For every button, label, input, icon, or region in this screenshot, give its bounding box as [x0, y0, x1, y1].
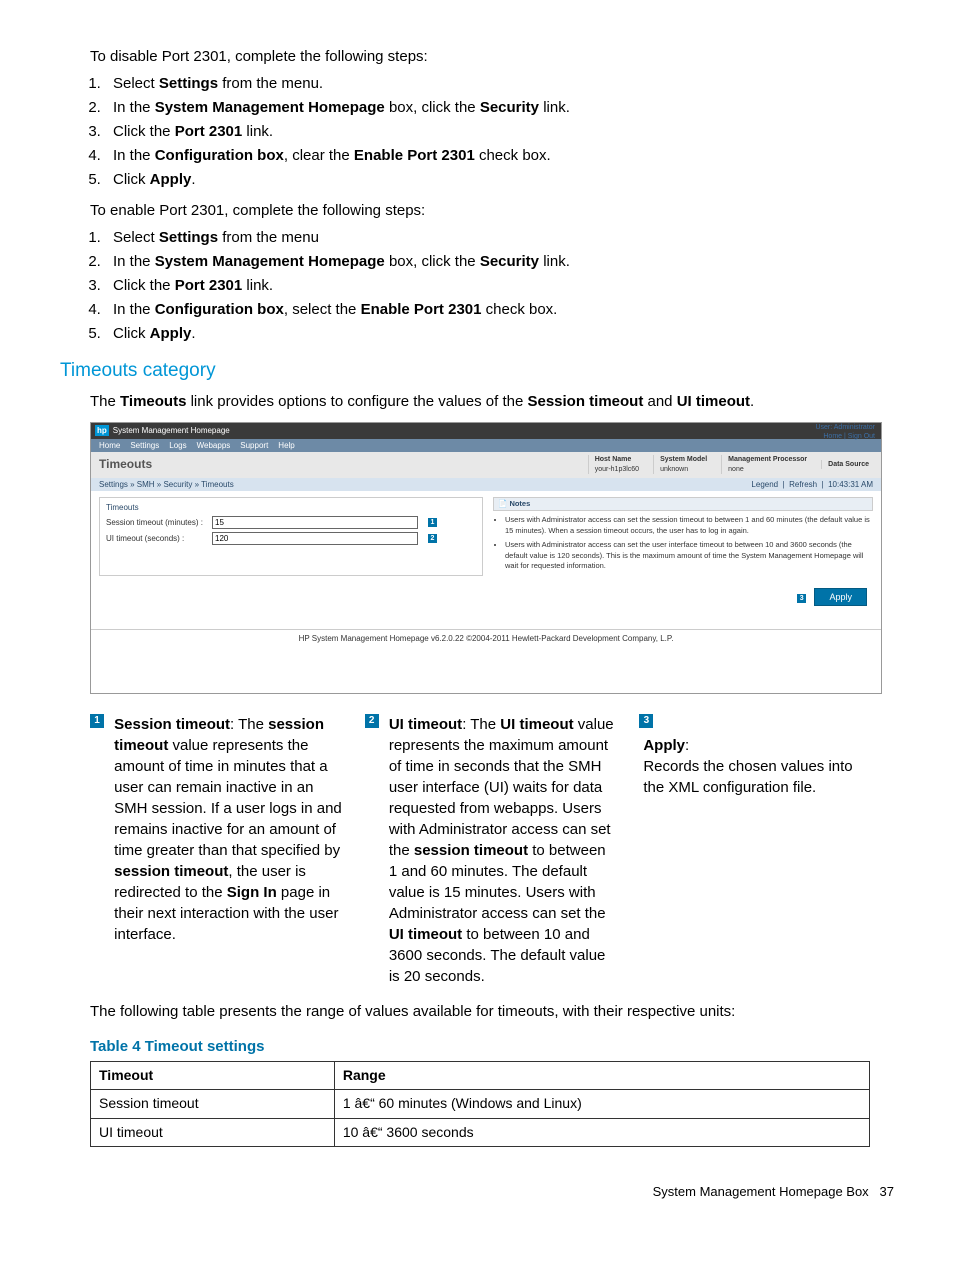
screenshot-footer: HP System Management Homepage v6.2.0.22 …: [91, 629, 881, 647]
header-right: Legend | Refresh | 10:43:31 AM: [751, 479, 873, 490]
timeouts-heading: Timeouts category: [60, 358, 894, 385]
session-timeout-input[interactable]: [212, 516, 418, 529]
timeouts-intro: The Timeouts link provides options to co…: [90, 391, 894, 412]
refresh-link[interactable]: Refresh: [789, 480, 817, 489]
timeout-settings-table: Timeout Range Session timeout 1 â€“ 60 m…: [90, 1061, 870, 1148]
apply-button[interactable]: Apply: [814, 588, 867, 607]
callout-2-icon: 2: [428, 534, 437, 543]
note-item: Users with Administrator access can set …: [505, 515, 873, 536]
callout-num-3: 3: [639, 714, 653, 728]
notes-heading: 📄 Notes: [493, 497, 873, 512]
step: In the Configuration box, clear the Enab…: [105, 145, 894, 166]
table-header: Range: [334, 1061, 869, 1090]
session-timeout-label: Session timeout (minutes) :: [106, 517, 206, 528]
note-item: Users with Administrator access can set …: [505, 540, 873, 572]
table-caption: Table 4 Timeout settings: [90, 1036, 894, 1057]
screenshot: User: Administrator Home | Sign Out hp S…: [90, 422, 882, 694]
table-row: UI timeout 10 â€“ 3600 seconds: [91, 1118, 870, 1147]
callout-num-2: 2: [365, 714, 379, 728]
step: Select Settings from the menu: [105, 227, 894, 248]
page-header: Timeouts Host Nameyour-h1p3lc60 System M…: [91, 452, 881, 478]
legend-link[interactable]: Legend: [751, 480, 778, 489]
step: Click the Port 2301 link.: [105, 121, 894, 142]
disable-steps: Select Settings from the menu. In the Sy…: [105, 73, 894, 190]
callout-columns: 1 Session timeout: The session timeout v…: [90, 714, 894, 987]
step: In the System Management Homepage box, c…: [105, 97, 894, 118]
page-title: Timeouts: [91, 452, 427, 478]
callout-3-icon: 3: [797, 594, 806, 603]
user-info: User: Administrator Home | Sign Out: [815, 423, 875, 443]
host-name: Host Nameyour-h1p3lc60: [588, 455, 645, 475]
menu-home[interactable]: Home: [99, 440, 120, 451]
step: In the Configuration box, select the Ena…: [105, 299, 894, 320]
callout-3: 3 Apply: Records the chosen values into …: [639, 714, 894, 987]
notes-panel: 📄 Notes Users with Administrator access …: [493, 497, 873, 576]
menu-logs[interactable]: Logs: [169, 440, 186, 451]
ui-timeout-label: UI timeout (seconds) :: [106, 533, 206, 544]
menu-support[interactable]: Support: [240, 440, 268, 451]
breadcrumb: Settings » SMH » Security » Timeouts Leg…: [91, 478, 881, 491]
table-row: Session timeout 1 â€“ 60 minutes (Window…: [91, 1090, 870, 1119]
menu-help[interactable]: Help: [278, 440, 294, 451]
page-footer: System Management Homepage Box 37: [60, 1183, 894, 1201]
menu-webapps[interactable]: Webapps: [197, 440, 231, 451]
step: In the System Management Homepage box, c…: [105, 251, 894, 272]
callout-1: 1 Session timeout: The session timeout v…: [90, 714, 345, 987]
clock: 10:43:31 AM: [828, 480, 873, 489]
table-header: Timeout: [91, 1061, 335, 1090]
callout-2: 2 UI timeout: The UI timeout value repre…: [365, 714, 620, 987]
menu-settings[interactable]: Settings: [130, 440, 159, 451]
mgmt-processor: Management Processornone: [721, 455, 813, 475]
disable-intro: To disable Port 2301, complete the follo…: [90, 46, 894, 67]
callout-1-icon: 1: [428, 518, 437, 527]
form-group-label: Timeouts: [106, 502, 476, 513]
enable-steps: Select Settings from the menu In the Sys…: [105, 227, 894, 344]
window-title: System Management Homepage: [113, 425, 230, 436]
hp-logo: hp: [95, 425, 109, 436]
window-titlebar: hp System Management Homepage: [91, 423, 881, 439]
main-menu: Home Settings Logs Webapps Support Help: [91, 439, 881, 452]
step: Click the Port 2301 link.: [105, 275, 894, 296]
timeouts-form: Timeouts Session timeout (minutes) : 1 U…: [99, 497, 483, 576]
step: Click Apply.: [105, 169, 894, 190]
system-model: System Modelunknown: [653, 455, 713, 475]
enable-intro: To enable Port 2301, complete the follow…: [90, 200, 894, 221]
callout-num-1: 1: [90, 714, 104, 728]
step: Click Apply.: [105, 323, 894, 344]
step: Select Settings from the menu.: [105, 73, 894, 94]
data-source: Data Source: [821, 460, 875, 470]
table-intro: The following table presents the range o…: [90, 1001, 894, 1022]
ui-timeout-input[interactable]: [212, 532, 418, 545]
